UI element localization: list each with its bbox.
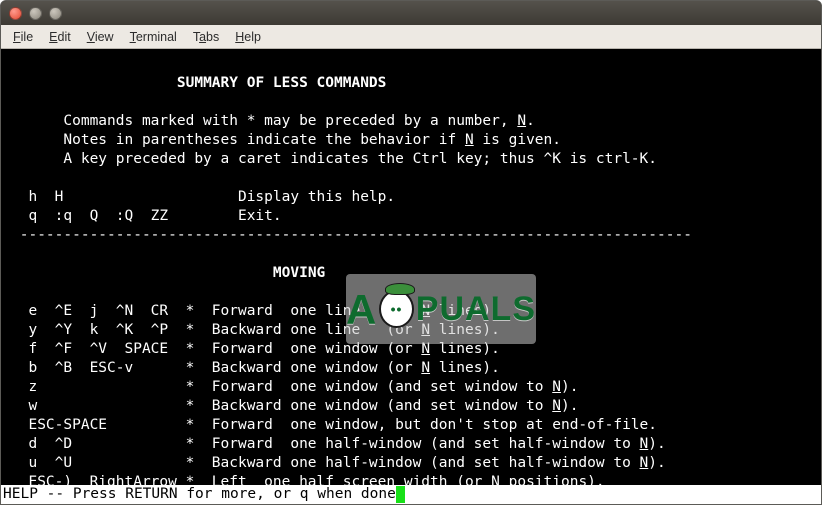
close-button[interactable] xyxy=(9,7,22,20)
menu-file[interactable]: File xyxy=(7,28,39,46)
menu-view[interactable]: View xyxy=(81,28,120,46)
menu-terminal[interactable]: Terminal xyxy=(124,28,183,46)
minimize-button[interactable] xyxy=(29,7,42,20)
menu-help[interactable]: Help xyxy=(229,28,267,46)
terminal-viewport[interactable]: SUMMARY OF LESS COMMANDS Commands marked… xyxy=(1,49,821,504)
window-buttons xyxy=(9,7,62,20)
terminal-content: SUMMARY OF LESS COMMANDS Commands marked… xyxy=(11,55,811,492)
cursor xyxy=(396,486,405,503)
menubar: FileEditViewTerminalTabsHelp xyxy=(1,25,821,49)
status-text: HELP -- Press RETURN for more, or q when… xyxy=(3,485,396,504)
terminal-window: FileEditViewTerminalTabsHelp SUMMARY OF … xyxy=(0,0,822,505)
status-line: HELP -- Press RETURN for more, or q when… xyxy=(1,485,821,504)
menu-tabs[interactable]: Tabs xyxy=(187,28,225,46)
menu-edit[interactable]: Edit xyxy=(43,28,77,46)
titlebar[interactable] xyxy=(1,1,821,25)
maximize-button[interactable] xyxy=(49,7,62,20)
